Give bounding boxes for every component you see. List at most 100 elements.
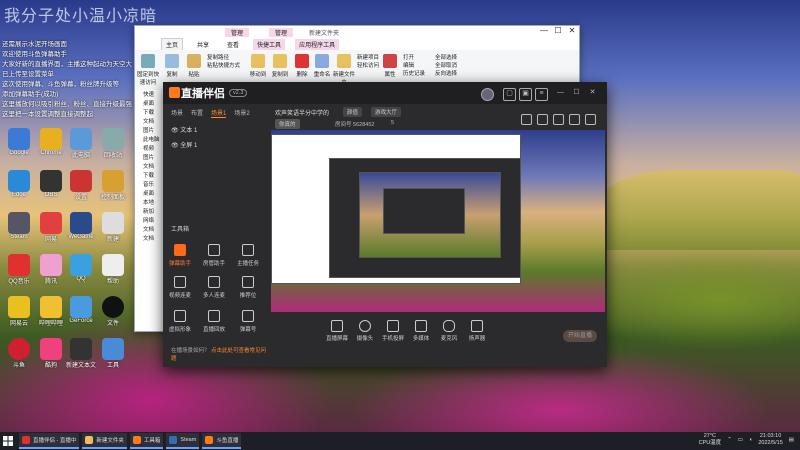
desktop-icon[interactable]: 斗鱼 xyxy=(4,338,34,369)
pin-button[interactable]: 固定到快速访问 xyxy=(137,54,159,86)
share-icon[interactable] xyxy=(585,114,596,125)
desktop-icon[interactable]: Steam xyxy=(4,212,34,240)
tab-shortcut-tools[interactable]: 快捷工具 xyxy=(253,38,286,50)
chevron-up-icon[interactable]: ⌃ xyxy=(727,437,732,443)
desktop-icon[interactable]: 新建文本文档 xyxy=(66,338,96,369)
close-icon[interactable]: ✕ xyxy=(587,88,598,99)
chat-icon[interactable] xyxy=(569,114,580,125)
taskbar-item[interactable]: 工具箱 xyxy=(129,433,164,449)
grid-icon[interactable] xyxy=(521,114,532,125)
properties-button[interactable]: 属性 xyxy=(379,54,401,78)
desktop-icon[interactable]: GeForce xyxy=(66,296,96,324)
start-button[interactable] xyxy=(0,432,16,450)
desktop-icon[interactable]: 工具 xyxy=(98,338,128,369)
copy-icon[interactable] xyxy=(553,114,564,125)
nav-item[interactable]: 新加 xyxy=(135,207,161,216)
desktop-icon[interactable]: Edge xyxy=(4,170,34,198)
desktop-icon[interactable]: 哔哩哔哩 xyxy=(36,296,66,327)
desktop-icon[interactable]: 网易 xyxy=(36,212,66,243)
media-button[interactable]: 多媒体 xyxy=(407,320,435,344)
taskbar-item[interactable]: 斗鱼直播 xyxy=(202,433,242,449)
tool-multi-link[interactable]: 多人连麦 xyxy=(199,276,229,299)
tool-danmu[interactable]: 弹幕助手 xyxy=(165,244,195,267)
minimize-icon[interactable]: — xyxy=(555,88,566,99)
history-item[interactable]: 历史记录 xyxy=(403,70,425,78)
camera-button[interactable]: 摄像头 xyxy=(351,320,379,344)
desktop-icon[interactable]: 此电脑 xyxy=(66,128,96,159)
nav-item[interactable]: 桌面 xyxy=(135,99,161,108)
edit-item[interactable]: 编辑 xyxy=(403,62,425,70)
desktop-icon[interactable]: Google xyxy=(4,128,34,156)
taskbar-item[interactable]: 新建文件夹 xyxy=(82,433,127,449)
speaker-button[interactable]: 扬声器 xyxy=(463,320,491,344)
subcategory-chip[interactable]: 游戏大厅 xyxy=(371,107,402,117)
nav-item[interactable]: 本地 xyxy=(135,198,161,207)
tab-view[interactable]: 查看 xyxy=(223,39,243,50)
maximize-icon[interactable]: ☐ xyxy=(551,26,565,35)
nav-item[interactable]: 快速 xyxy=(135,90,161,99)
nav-item[interactable]: 文档 xyxy=(135,162,161,171)
open-item[interactable]: 打开 xyxy=(403,54,425,62)
desktop-icon[interactable]: 回收站 xyxy=(98,128,128,159)
tab-share[interactable]: 共享 xyxy=(193,39,213,50)
easy-access-item[interactable]: 轻松访问 xyxy=(357,62,379,70)
notification-icon[interactable]: ▤ xyxy=(789,437,794,443)
desktop-icon[interactable]: WeGame xyxy=(66,212,96,240)
desktop-icon[interactable]: 设置 xyxy=(66,170,96,201)
select-none-item[interactable]: 全部取消 xyxy=(435,62,457,70)
minimize-icon[interactable]: — xyxy=(537,26,551,35)
taskbar-item[interactable]: 直播伴侣 - 直播中 xyxy=(19,433,80,449)
menu-icon[interactable]: ≡ xyxy=(535,88,548,101)
nav-item[interactable]: 图片 xyxy=(135,153,161,162)
nav-item[interactable]: 文档 xyxy=(135,234,161,243)
copy-button[interactable]: 复制 xyxy=(161,54,183,78)
tab-scene-1[interactable]: 场景1 xyxy=(211,108,227,118)
desktop-icon[interactable]: Chrome xyxy=(36,128,66,156)
stream-preview[interactable] xyxy=(271,130,605,312)
tool-video-link[interactable]: 视频连麦 xyxy=(165,276,195,299)
desktop-icon[interactable]: 新建 xyxy=(98,212,128,243)
desktop-icon[interactable]: 控制面板 xyxy=(98,170,128,201)
room-title[interactable]: 欢声笑语半分中学的 xyxy=(275,108,329,117)
message-icon[interactable]: ▢ xyxy=(503,88,516,101)
source-item[interactable]: 👁 文本 1 xyxy=(163,122,267,137)
microphone-button[interactable]: 麦克风 xyxy=(435,320,463,344)
phone-cast-button[interactable]: 手机投屏 xyxy=(379,320,407,344)
rename-button[interactable]: 重命名 xyxy=(311,54,333,78)
tool-room-admin[interactable]: 房管助手 xyxy=(199,244,229,267)
desktop-icon[interactable]: 网易云 xyxy=(4,296,34,327)
paste-button[interactable]: 粘贴 xyxy=(183,54,205,78)
nav-item[interactable]: 网络 xyxy=(135,216,161,225)
nav-item[interactable]: 音乐 xyxy=(135,180,161,189)
desktop-icon[interactable]: 腾讯 xyxy=(36,254,66,285)
weather[interactable]: 27°C CPU温度 xyxy=(699,433,722,447)
select-all-item[interactable]: 全部选择 xyxy=(435,54,457,62)
tool-tasks[interactable]: 主播任务 xyxy=(233,244,263,267)
nav-item[interactable]: 视频 xyxy=(135,144,161,153)
nav-item[interactable]: 桌面 xyxy=(135,189,161,198)
nav-item[interactable]: 此电脑 xyxy=(135,135,161,144)
desktop-icon[interactable]: 帮助 xyxy=(98,254,128,285)
context-tab-manage-2[interactable]: 管理 xyxy=(269,27,294,37)
volume-icon[interactable]: ◖ xyxy=(749,437,752,443)
shirt-icon[interactable]: ▣ xyxy=(519,88,532,101)
nav-item[interactable]: 下载 xyxy=(135,171,161,180)
desktop-icon[interactable]: 酷狗 xyxy=(36,338,66,369)
screen-capture-button[interactable]: 直播屏幕 xyxy=(323,320,351,344)
start-live-button[interactable]: 开始直播 xyxy=(563,330,597,342)
category-chip[interactable]: 颜值 xyxy=(343,107,363,117)
nav-item[interactable]: 下载 xyxy=(135,108,161,117)
close-icon[interactable]: ✕ xyxy=(565,26,579,35)
desktop-icon[interactable]: QQ xyxy=(66,254,96,282)
source-item[interactable]: 👁 全屏 1 xyxy=(163,137,267,152)
nav-item[interactable]: 文档 xyxy=(135,117,161,126)
clock[interactable]: 21:03:10 2022/5/15 xyxy=(758,433,782,447)
tool-recommend[interactable]: 推荐位 xyxy=(233,276,263,299)
tool-danmu-number[interactable]: 弹幕号 xyxy=(233,310,263,333)
lock-icon[interactable] xyxy=(537,114,548,125)
tool-avatar[interactable]: 虚拟形象 xyxy=(165,310,195,333)
copy-to-button[interactable]: 复制到 xyxy=(269,54,291,78)
tab-app-tools[interactable]: 应用程序工具 xyxy=(295,38,340,50)
network-icon[interactable]: ▭ xyxy=(738,437,743,443)
tag-chip[interactable]: 你真的 xyxy=(275,119,300,129)
